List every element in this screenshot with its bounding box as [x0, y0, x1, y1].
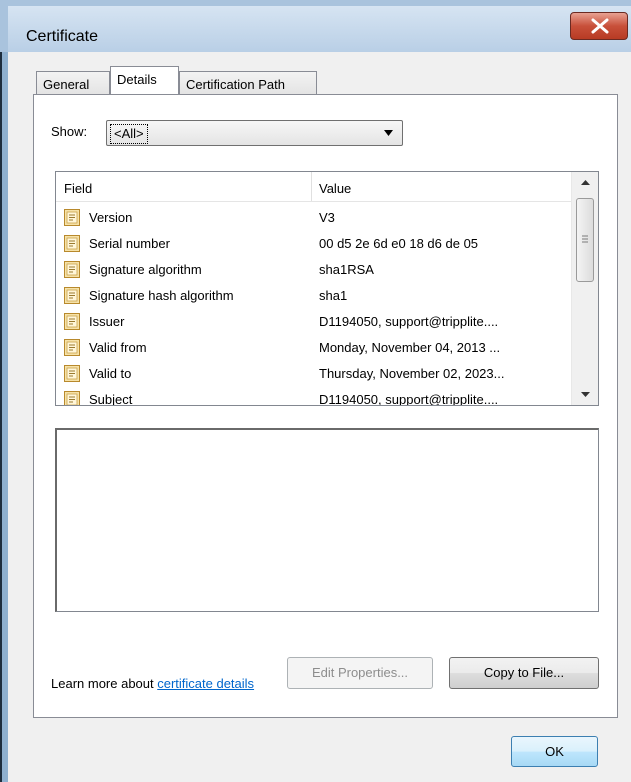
tab-details[interactable]: Details [110, 66, 179, 94]
copy-to-file-label: Copy to File... [483, 665, 565, 680]
close-icon [591, 18, 609, 34]
list-item[interactable]: Version V3 [56, 205, 571, 231]
scroll-up-button[interactable] [572, 172, 598, 194]
column-divider[interactable] [311, 172, 312, 201]
certificate-field-icon [64, 235, 80, 252]
certificate-field-icon [64, 391, 80, 405]
field-value: D1194050, support@tripplite.... [319, 314, 499, 329]
field-value: Monday, November 04, 2013 ... [319, 340, 501, 355]
field-name: Valid from [89, 340, 147, 355]
ok-label: OK [545, 744, 564, 759]
copy-to-file-button[interactable]: Copy to File... [449, 657, 599, 689]
field-name: Issuer [89, 314, 125, 329]
field-name: Version [89, 210, 133, 225]
list-item[interactable]: Signature hash algorithm sha1 [56, 283, 571, 309]
scroll-down-icon [581, 392, 590, 397]
field-list[interactable]: Field Value Version V3 Serial number 00 d5 … [55, 171, 599, 406]
field-name: Serial number [89, 236, 170, 251]
tab-certification-path[interactable]: Certification Path [179, 71, 317, 95]
certificate-field-icon [64, 287, 80, 304]
certificate-field-icon [64, 261, 80, 278]
certificate-field-icon [64, 209, 80, 226]
learn-more-prefix: Learn more about [51, 676, 158, 691]
close-button[interactable] [570, 12, 628, 40]
ok-button[interactable]: OK [511, 736, 598, 767]
tab-label: Details [117, 72, 157, 87]
field-name: Signature hash algorithm [89, 288, 234, 303]
field-value: sha1RSA [319, 262, 374, 277]
certificate-field-icon [64, 365, 80, 382]
list-item[interactable]: Subject D1194050, support@tripplite.... [56, 387, 571, 406]
show-selected-value: <All> [110, 124, 148, 144]
field-name: Valid to [89, 366, 132, 381]
field-value: D1194050, support@tripplite.... [319, 392, 499, 406]
edit-properties-label: Edit Properties... [311, 665, 409, 680]
column-header-field[interactable]: Field [64, 181, 92, 196]
learn-more-text: Learn more about certificate details [51, 676, 254, 691]
list-item[interactable]: Valid from Monday, November 04, 2013 ... [56, 335, 571, 361]
field-name: Subject [89, 392, 133, 406]
scroll-down-button[interactable] [572, 383, 598, 405]
chevron-down-icon [384, 130, 393, 136]
list-header: Field Value [56, 172, 571, 202]
field-value: Thursday, November 02, 2023... [319, 366, 505, 381]
list-item[interactable]: Valid to Thursday, November 02, 2023... [56, 361, 571, 387]
list-item[interactable]: Serial number 00 d5 2e 6d e0 18 d6 de 05 [56, 231, 571, 257]
field-detail-box[interactable] [55, 428, 599, 612]
field-value: 00 d5 2e 6d e0 18 d6 de 05 [319, 236, 479, 251]
certificate-field-icon [64, 313, 80, 330]
show-dropdown[interactable]: <All> [106, 120, 403, 146]
tab-label: Certification Path [186, 77, 285, 92]
scroll-up-icon [581, 180, 590, 185]
field-value: sha1 [319, 288, 348, 303]
vertical-scrollbar[interactable] [571, 172, 598, 405]
edit-properties-button[interactable]: Edit Properties... [287, 657, 433, 689]
field-name: Signature algorithm [89, 262, 202, 277]
certificate-field-icon [64, 339, 80, 356]
grip-icon [582, 235, 588, 243]
field-value: V3 [319, 210, 335, 225]
window-border-shadow [0, 52, 2, 782]
tab-label: General [43, 77, 90, 92]
show-label: Show: [51, 124, 88, 139]
column-header-value[interactable]: Value [319, 181, 351, 196]
certificate-details-link[interactable]: certificate details [157, 676, 254, 691]
window-title: Certificate [26, 28, 99, 45]
tab-general[interactable]: General [36, 71, 110, 95]
title-bar[interactable]: Certificate [8, 6, 631, 52]
scroll-thumb[interactable] [576, 198, 594, 282]
list-item[interactable]: Signature algorithm sha1RSA [56, 257, 571, 283]
list-item[interactable]: Issuer D1194050, support@tripplite.... [56, 309, 571, 335]
